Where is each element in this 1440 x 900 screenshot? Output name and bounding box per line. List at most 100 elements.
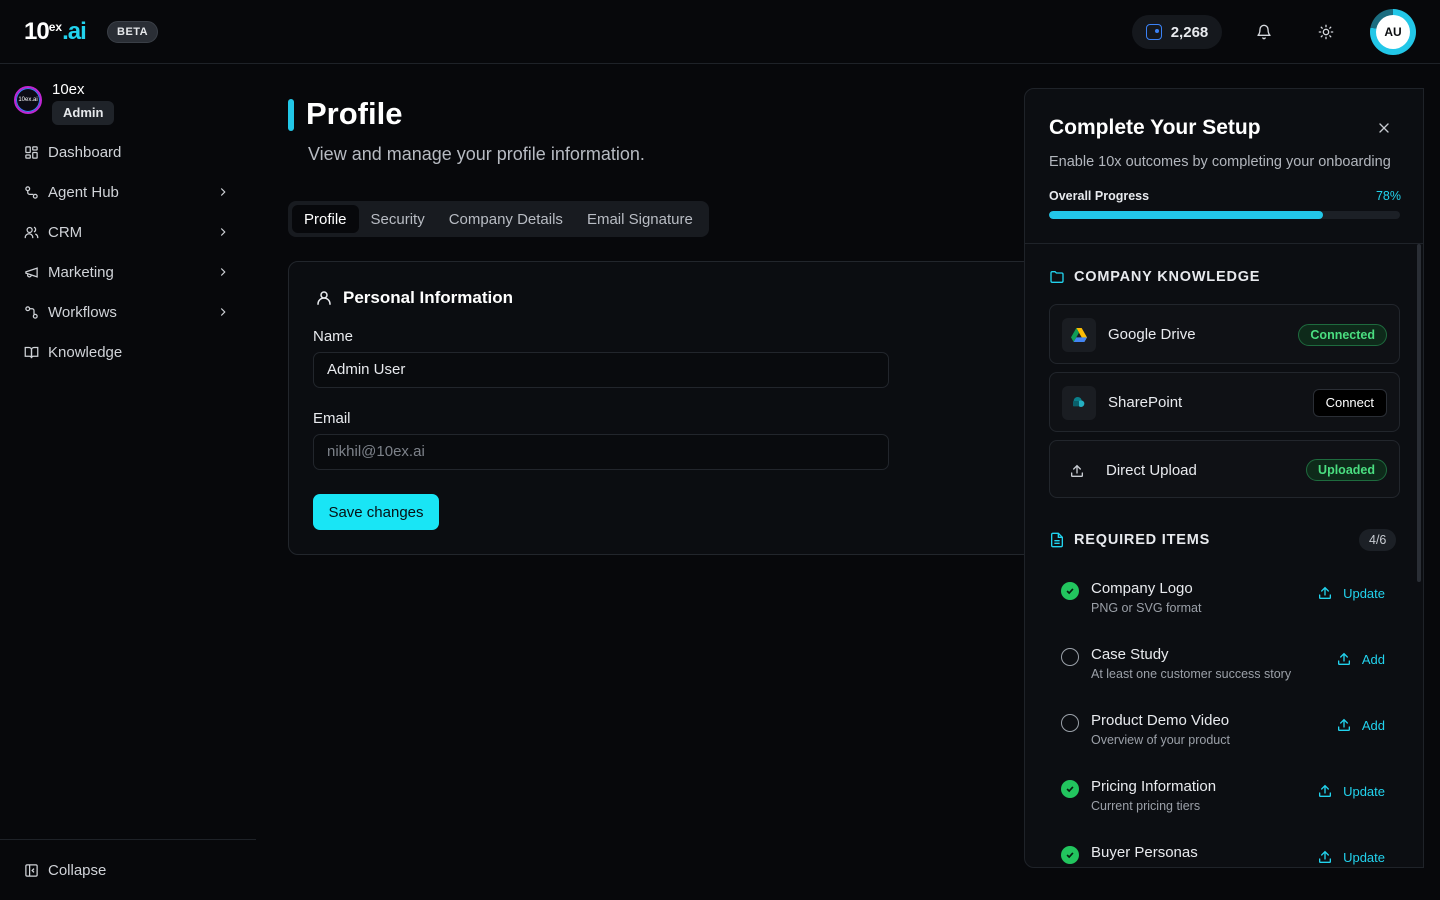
sidebar: 10ex.ai 10ex Admin Dashboard Agent Hub C… xyxy=(0,65,256,900)
folder-icon xyxy=(1050,271,1064,283)
sidebar-item-crm[interactable]: CRM xyxy=(14,214,242,250)
sidebar-item-dashboard[interactable]: Dashboard xyxy=(14,134,242,170)
check-icon xyxy=(1061,582,1079,600)
theme-toggle-button[interactable] xyxy=(1312,18,1340,46)
required-item-description: PNG or SVG format xyxy=(1091,601,1202,615)
uploaded-badge: Uploaded xyxy=(1306,459,1387,481)
chevron-right-icon xyxy=(220,308,226,316)
tab-profile[interactable]: Profile xyxy=(292,205,359,233)
google-drive-icon xyxy=(1062,318,1096,352)
progress-bar-fill xyxy=(1049,211,1323,219)
panel-scrollbar[interactable] xyxy=(1417,244,1421,582)
agent-hub-icon xyxy=(25,185,38,199)
connect-sharepoint-button[interactable]: Connect xyxy=(1312,389,1387,417)
add-button[interactable]: Add xyxy=(1336,651,1385,667)
sidebar-footer: Collapse xyxy=(0,839,256,900)
close-panel-button[interactable] xyxy=(1376,120,1392,141)
page-title: Profile xyxy=(306,96,403,131)
close-icon xyxy=(1379,123,1389,133)
card-title: Personal Information xyxy=(315,288,513,308)
source-direct-upload[interactable]: Direct Upload Uploaded xyxy=(1049,440,1400,498)
sidebar-item-label: Agent Hub xyxy=(48,183,119,201)
sharepoint-icon xyxy=(1062,386,1096,420)
required-item-name: Pricing Information xyxy=(1091,778,1217,795)
source-name: SharePoint xyxy=(1108,394,1183,411)
sidebar-item-label: Workflows xyxy=(48,303,117,321)
required-item-name: Case Study xyxy=(1091,646,1169,663)
required-item-description: At least one customer success story xyxy=(1091,667,1292,681)
org-logo: 10ex.ai xyxy=(14,86,42,114)
upload-icon xyxy=(1337,652,1350,665)
chevron-right-icon xyxy=(220,268,226,276)
tab-email-signature[interactable]: Email Signature xyxy=(575,205,705,233)
update-button[interactable]: Update xyxy=(1317,783,1385,799)
user-avatar[interactable]: AU xyxy=(1370,9,1416,55)
profile-tabs: Profile Security Company Details Email S… xyxy=(288,201,709,237)
source-name: Google Drive xyxy=(1108,326,1196,343)
required-item-company-logo: Company Logo PNG or SVG format Update xyxy=(1061,580,1391,632)
check-icon xyxy=(1061,780,1079,798)
required-item-product-demo-video: Product Demo Video Overview of your prod… xyxy=(1061,712,1391,764)
required-item-pricing-information: Pricing Information Current pricing tier… xyxy=(1061,778,1391,830)
update-button[interactable]: Update xyxy=(1317,849,1385,865)
setup-panel-subtitle: Enable 10x outcomes by completing your o… xyxy=(1049,154,1391,170)
upload-icon xyxy=(1319,586,1332,599)
top-bar: 10 ex .ai BETA 2,268 AU xyxy=(0,0,1440,64)
sidebar-item-label: Marketing xyxy=(48,263,114,281)
check-icon xyxy=(1061,846,1079,864)
megaphone-icon xyxy=(25,266,38,278)
dashboard-icon xyxy=(25,145,38,159)
collapse-sidebar-button[interactable]: Collapse xyxy=(24,862,106,879)
setup-panel-header: Complete Your Setup Enable 10x outcomes … xyxy=(1025,89,1423,244)
required-item-case-study: Case Study At least one customer success… xyxy=(1061,646,1391,698)
email-field[interactable]: nikhil@10ex.ai xyxy=(313,434,889,470)
tab-company-details[interactable]: Company Details xyxy=(437,205,575,233)
credits-icon xyxy=(1145,24,1162,40)
workflow-icon xyxy=(25,305,38,319)
connected-badge: Connected xyxy=(1298,324,1387,346)
org-switcher[interactable]: 10ex.ai 10ex Admin xyxy=(14,81,115,125)
sidebar-item-knowledge[interactable]: Knowledge xyxy=(14,334,242,370)
org-role-badge: Admin xyxy=(52,101,115,125)
source-sharepoint[interactable]: SharePoint Connect xyxy=(1049,372,1400,432)
required-item-description: Current pricing tiers xyxy=(1091,799,1201,813)
title-accent-bar xyxy=(288,99,294,131)
sidebar-item-label: Knowledge xyxy=(48,343,123,361)
required-item-description: Overview of your product xyxy=(1091,733,1230,747)
avatar-initials: AU xyxy=(1376,15,1410,49)
setup-panel: Complete Your Setup Enable 10x outcomes … xyxy=(1024,88,1424,868)
required-item-name: Buyer Personas xyxy=(1091,844,1198,861)
required-item-name: Company Logo xyxy=(1091,580,1193,597)
upload-icon xyxy=(1060,454,1094,488)
upload-icon xyxy=(1337,718,1350,731)
update-button[interactable]: Update xyxy=(1317,585,1385,601)
progress-value: 78% xyxy=(1375,189,1401,203)
company-knowledge-heading: COMPANY KNOWLEDGE xyxy=(1049,269,1260,285)
sidebar-item-label: Dashboard xyxy=(48,143,122,161)
source-google-drive[interactable]: Google Drive Connected xyxy=(1049,304,1400,364)
upload-icon xyxy=(1319,850,1332,863)
name-label: Name xyxy=(313,328,354,345)
bell-icon xyxy=(1257,24,1271,40)
tab-security[interactable]: Security xyxy=(359,205,437,233)
sun-icon xyxy=(1318,24,1334,40)
email-label: Email xyxy=(313,410,351,427)
notifications-button[interactable] xyxy=(1250,18,1278,46)
required-item-buyer-personas: Buyer Personas Update xyxy=(1061,844,1391,867)
credits-button[interactable]: 2,268 xyxy=(1132,15,1222,49)
app-logo[interactable]: 10 ex .ai xyxy=(24,18,87,46)
add-button[interactable]: Add xyxy=(1336,717,1385,733)
sidebar-item-marketing[interactable]: Marketing xyxy=(14,254,242,290)
sidebar-item-workflows[interactable]: Workflows xyxy=(14,294,242,330)
panel-collapse-icon xyxy=(25,864,38,877)
user-icon xyxy=(317,291,331,305)
save-changes-button[interactable]: Save changes xyxy=(313,494,439,530)
sidebar-item-agent-hub[interactable]: Agent Hub xyxy=(14,174,242,210)
chevron-right-icon xyxy=(220,228,226,236)
org-name: 10ex xyxy=(52,81,85,98)
required-items-heading: REQUIRED ITEMS xyxy=(1049,532,1210,548)
credits-count: 2,268 xyxy=(1170,23,1209,41)
personal-information-card: Personal Information Name Admin User Ema… xyxy=(288,261,1048,555)
name-field[interactable]: Admin User xyxy=(313,352,889,388)
setup-panel-title: Complete Your Setup xyxy=(1049,116,1261,139)
